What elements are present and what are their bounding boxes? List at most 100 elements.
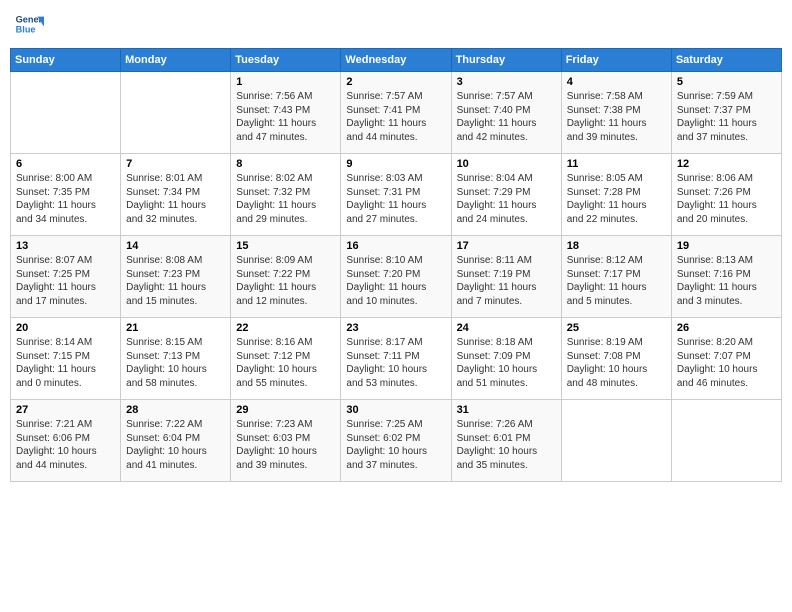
day-info: Sunrise: 8:09 AM Sunset: 7:22 PM Dayligh…	[236, 254, 335, 308]
day-info: Sunrise: 8:18 AM Sunset: 7:09 PM Dayligh…	[457, 336, 556, 390]
day-info: Sunrise: 8:14 AM Sunset: 7:15 PM Dayligh…	[16, 336, 115, 390]
calendar-cell: 2 Sunrise: 7:57 AM Sunset: 7:41 PM Daylig…	[341, 72, 451, 154]
day-number: 3	[457, 76, 556, 88]
calendar-cell	[561, 400, 671, 482]
day-number: 15	[236, 240, 335, 252]
calendar-table: SundayMondayTuesdayWednesdayThursdayFrid…	[10, 48, 782, 482]
calendar-cell: 17 Sunrise: 8:11 AM Sunset: 7:19 PM Dayli…	[451, 236, 561, 318]
day-info: Sunrise: 7:57 AM Sunset: 7:40 PM Dayligh…	[457, 90, 556, 144]
day-info: Sunrise: 8:19 AM Sunset: 7:08 PM Dayligh…	[567, 336, 666, 390]
day-info: Sunrise: 8:12 AM Sunset: 7:17 PM Dayligh…	[567, 254, 666, 308]
day-info: Sunrise: 7:25 AM Sunset: 6:02 PM Dayligh…	[346, 418, 445, 472]
calendar-cell: 5 Sunrise: 7:59 AM Sunset: 7:37 PM Daylig…	[671, 72, 781, 154]
day-number: 8	[236, 158, 335, 170]
calendar-cell: 18 Sunrise: 8:12 AM Sunset: 7:17 PM Dayli…	[561, 236, 671, 318]
calendar-week-row: 13 Sunrise: 8:07 AM Sunset: 7:25 PM Dayli…	[11, 236, 782, 318]
day-number: 25	[567, 322, 666, 334]
calendar-cell: 21 Sunrise: 8:15 AM Sunset: 7:13 PM Dayli…	[121, 318, 231, 400]
day-info: Sunrise: 8:13 AM Sunset: 7:16 PM Dayligh…	[677, 254, 776, 308]
day-info: Sunrise: 7:57 AM Sunset: 7:41 PM Dayligh…	[346, 90, 445, 144]
day-info: Sunrise: 8:02 AM Sunset: 7:32 PM Dayligh…	[236, 172, 335, 226]
day-number: 18	[567, 240, 666, 252]
calendar-cell: 20 Sunrise: 8:14 AM Sunset: 7:15 PM Dayli…	[11, 318, 121, 400]
day-info: Sunrise: 8:08 AM Sunset: 7:23 PM Dayligh…	[126, 254, 225, 308]
page-header: General Blue	[10, 10, 782, 40]
calendar-cell: 23Sunrise: 8:17 AM Sunset: 7:11 PM Dayli…	[341, 318, 451, 400]
day-info: Sunrise: 7:58 AM Sunset: 7:38 PM Dayligh…	[567, 90, 666, 144]
weekday-header: Friday	[561, 49, 671, 72]
weekday-header: Wednesday	[341, 49, 451, 72]
day-number: 20	[16, 322, 115, 334]
day-info: Sunrise: 8:20 AM Sunset: 7:07 PM Dayligh…	[677, 336, 776, 390]
day-number: 12	[677, 158, 776, 170]
day-number: 26	[677, 322, 776, 334]
calendar-week-row: 20 Sunrise: 8:14 AM Sunset: 7:15 PM Dayli…	[11, 318, 782, 400]
calendar-cell	[671, 400, 781, 482]
day-number: 27	[16, 404, 115, 416]
day-number: 9	[346, 158, 445, 170]
day-number: 2	[346, 76, 445, 88]
day-number: 19	[677, 240, 776, 252]
calendar-cell: 8 Sunrise: 8:02 AM Sunset: 7:32 PM Daylig…	[231, 154, 341, 236]
day-number: 31	[457, 404, 556, 416]
svg-text:Blue: Blue	[16, 25, 36, 35]
calendar-cell: 29 Sunrise: 7:23 AM Sunset: 6:03 PM Dayli…	[231, 400, 341, 482]
calendar-week-row: 6Sunrise: 8:00 AM Sunset: 7:35 PM Daylig…	[11, 154, 782, 236]
day-number: 7	[126, 158, 225, 170]
day-info: Sunrise: 8:01 AM Sunset: 7:34 PM Dayligh…	[126, 172, 225, 226]
calendar-cell: 11Sunrise: 8:05 AM Sunset: 7:28 PM Dayli…	[561, 154, 671, 236]
day-info: Sunrise: 7:23 AM Sunset: 6:03 PM Dayligh…	[236, 418, 335, 472]
weekday-header: Monday	[121, 49, 231, 72]
day-number: 21	[126, 322, 225, 334]
logo: General Blue	[14, 10, 48, 40]
day-info: Sunrise: 7:22 AM Sunset: 6:04 PM Dayligh…	[126, 418, 225, 472]
calendar-cell: 6Sunrise: 8:00 AM Sunset: 7:35 PM Daylig…	[11, 154, 121, 236]
day-number: 16	[346, 240, 445, 252]
calendar-week-row: 1 Sunrise: 7:56 AM Sunset: 7:43 PM Daylig…	[11, 72, 782, 154]
day-number: 1	[236, 76, 335, 88]
day-info: Sunrise: 8:07 AM Sunset: 7:25 PM Dayligh…	[16, 254, 115, 308]
calendar-cell: 3 Sunrise: 7:57 AM Sunset: 7:40 PM Daylig…	[451, 72, 561, 154]
calendar-cell: 31 Sunrise: 7:26 AM Sunset: 6:01 PM Dayli…	[451, 400, 561, 482]
weekday-header: Thursday	[451, 49, 561, 72]
day-info: Sunrise: 8:17 AM Sunset: 7:11 PM Dayligh…	[346, 336, 445, 390]
day-info: Sunrise: 8:16 AM Sunset: 7:12 PM Dayligh…	[236, 336, 335, 390]
calendar-cell: 13 Sunrise: 8:07 AM Sunset: 7:25 PM Dayli…	[11, 236, 121, 318]
calendar-cell: 12 Sunrise: 8:06 AM Sunset: 7:26 PM Dayli…	[671, 154, 781, 236]
calendar-cell: 19 Sunrise: 8:13 AM Sunset: 7:16 PM Dayli…	[671, 236, 781, 318]
day-info: Sunrise: 7:59 AM Sunset: 7:37 PM Dayligh…	[677, 90, 776, 144]
day-number: 24	[457, 322, 556, 334]
day-info: Sunrise: 7:26 AM Sunset: 6:01 PM Dayligh…	[457, 418, 556, 472]
calendar-cell: 22Sunrise: 8:16 AM Sunset: 7:12 PM Dayli…	[231, 318, 341, 400]
day-number: 13	[16, 240, 115, 252]
weekday-header: Saturday	[671, 49, 781, 72]
day-number: 29	[236, 404, 335, 416]
day-info: Sunrise: 8:06 AM Sunset: 7:26 PM Dayligh…	[677, 172, 776, 226]
day-info: Sunrise: 7:21 AM Sunset: 6:06 PM Dayligh…	[16, 418, 115, 472]
calendar-cell: 25 Sunrise: 8:19 AM Sunset: 7:08 PM Dayli…	[561, 318, 671, 400]
calendar-cell: 16 Sunrise: 8:10 AM Sunset: 7:20 PM Dayli…	[341, 236, 451, 318]
weekday-header: Tuesday	[231, 49, 341, 72]
day-number: 6	[16, 158, 115, 170]
day-info: Sunrise: 8:15 AM Sunset: 7:13 PM Dayligh…	[126, 336, 225, 390]
day-info: Sunrise: 7:56 AM Sunset: 7:43 PM Dayligh…	[236, 90, 335, 144]
calendar-cell: 28 Sunrise: 7:22 AM Sunset: 6:04 PM Dayli…	[121, 400, 231, 482]
day-number: 17	[457, 240, 556, 252]
day-info: Sunrise: 8:10 AM Sunset: 7:20 PM Dayligh…	[346, 254, 445, 308]
day-number: 14	[126, 240, 225, 252]
logo-icon: General Blue	[14, 10, 44, 40]
calendar-cell: 26 Sunrise: 8:20 AM Sunset: 7:07 PM Dayli…	[671, 318, 781, 400]
day-number: 28	[126, 404, 225, 416]
calendar-cell: 14 Sunrise: 8:08 AM Sunset: 7:23 PM Dayli…	[121, 236, 231, 318]
calendar-cell: 30Sunrise: 7:25 AM Sunset: 6:02 PM Dayli…	[341, 400, 451, 482]
day-number: 5	[677, 76, 776, 88]
calendar-header-row: SundayMondayTuesdayWednesdayThursdayFrid…	[11, 49, 782, 72]
calendar-cell	[121, 72, 231, 154]
calendar-cell: 9Sunrise: 8:03 AM Sunset: 7:31 PM Daylig…	[341, 154, 451, 236]
calendar-cell: 10Sunrise: 8:04 AM Sunset: 7:29 PM Dayli…	[451, 154, 561, 236]
calendar-cell: 4Sunrise: 7:58 AM Sunset: 7:38 PM Daylig…	[561, 72, 671, 154]
calendar-week-row: 27 Sunrise: 7:21 AM Sunset: 6:06 PM Dayli…	[11, 400, 782, 482]
day-info: Sunrise: 8:11 AM Sunset: 7:19 PM Dayligh…	[457, 254, 556, 308]
calendar-cell	[11, 72, 121, 154]
calendar-cell: 1 Sunrise: 7:56 AM Sunset: 7:43 PM Daylig…	[231, 72, 341, 154]
